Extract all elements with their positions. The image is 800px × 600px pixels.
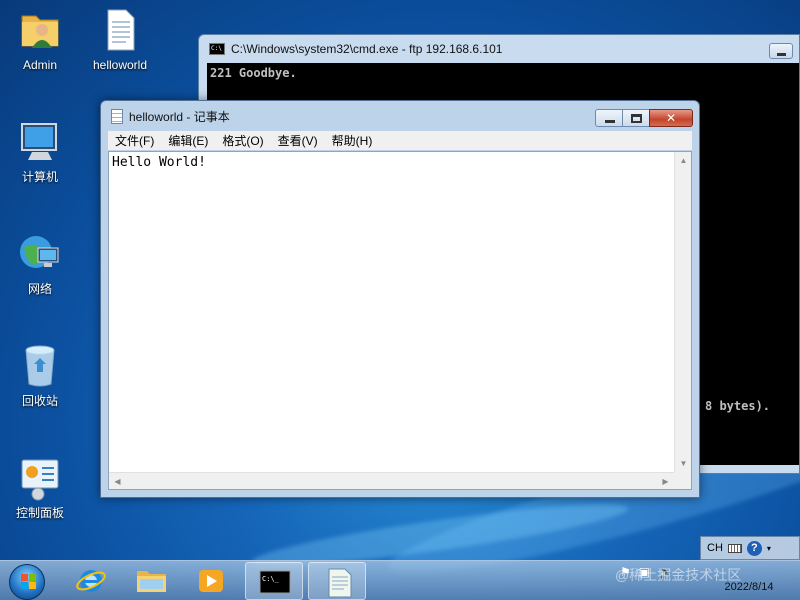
desktop-icon-label: Admin: [22, 58, 57, 72]
text-editor[interactable]: Hello World! ▲ ▼ ◀ ▶: [108, 151, 692, 490]
taskbar-media-player[interactable]: [182, 562, 240, 600]
minimize-button[interactable]: [595, 109, 623, 127]
desktop-icon-computer[interactable]: 计算机: [0, 118, 80, 184]
clock-date: 2022/8/14: [724, 581, 774, 593]
window-controls: ✕: [595, 109, 693, 127]
close-icon: ✕: [665, 111, 677, 125]
editor-content[interactable]: Hello World!: [112, 155, 206, 170]
control-panel-icon: [16, 454, 64, 502]
desktop-icon-label: helloworld: [92, 58, 148, 72]
menu-format[interactable]: 格式(O): [215, 132, 270, 149]
language-bar[interactable]: CH ? ▾: [700, 536, 800, 560]
recycle-bin-icon: [16, 342, 64, 390]
cmd-icon: C:\_: [259, 570, 291, 594]
flag-icon[interactable]: ⚑: [620, 565, 631, 579]
notepad-icon: [111, 108, 123, 124]
svg-text:C:\_: C:\_: [262, 575, 280, 583]
ie-icon: [76, 570, 106, 592]
desktop-icon-admin[interactable]: Admin: [0, 6, 80, 72]
desktop-icon-network[interactable]: 网络: [0, 230, 80, 296]
menu-file[interactable]: 文件(F): [108, 132, 161, 149]
clock[interactable]: 2022/8/14: [704, 565, 794, 595]
taskbar: C:\_ ⚑ ▣ 🔈 @稀土掘金技术社区 2022/8/14: [0, 560, 800, 600]
maximize-button[interactable]: [622, 109, 650, 127]
help-icon[interactable]: ?: [746, 540, 762, 556]
desktop-icon-label: 回收站: [21, 394, 58, 408]
desktop-icon-control-panel[interactable]: 控制面板: [0, 454, 80, 520]
network-icon: [16, 230, 64, 278]
system-tray: ⚑ ▣ 🔈: [620, 565, 673, 579]
notepad-window[interactable]: helloworld - 记事本 ✕ 文件(F) 编辑(E) 格式(O) 查看(…: [100, 100, 700, 498]
taskbar-ie[interactable]: [62, 562, 120, 600]
user-folder-icon: [16, 6, 64, 54]
menu-help[interactable]: 帮助(H): [325, 132, 380, 149]
volume-icon[interactable]: 🔈: [658, 565, 673, 579]
start-button[interactable]: [4, 562, 50, 600]
scroll-down-icon[interactable]: ▼: [675, 455, 692, 472]
menu-bar: 文件(F) 编辑(E) 格式(O) 查看(V) 帮助(H): [108, 131, 692, 150]
options-icon[interactable]: ▾: [767, 544, 771, 553]
start-orb-icon: [9, 564, 45, 600]
notepad-icon: [328, 568, 352, 598]
menu-view[interactable]: 查看(V): [271, 132, 325, 149]
desktop-icon-label: 网络: [27, 282, 52, 296]
console-line: 221 Goodbye.: [210, 66, 297, 80]
cmd-titlebar[interactable]: C:\ C:\Windows\system32\cmd.exe - ftp 19…: [199, 35, 799, 63]
minimize-button[interactable]: [769, 43, 793, 59]
notepad-title: helloworld - 记事本: [129, 109, 230, 124]
scrollbar-corner: [674, 472, 691, 489]
scroll-right-icon[interactable]: ▶: [657, 473, 674, 490]
taskbar-notepad[interactable]: [308, 562, 366, 600]
scroll-left-icon[interactable]: ◀: [109, 473, 126, 490]
horizontal-scrollbar[interactable]: ◀ ▶: [109, 472, 674, 489]
explorer-icon: [137, 571, 166, 592]
minimize-icon: [605, 120, 615, 123]
taskbar-cmd[interactable]: C:\_: [245, 562, 303, 600]
scroll-up-icon[interactable]: ▲: [675, 152, 692, 169]
maximize-icon: [631, 114, 642, 123]
windows-logo-icon: [21, 574, 37, 590]
desktop-icon-helloworld[interactable]: helloworld: [80, 6, 160, 72]
network-icon[interactable]: ▣: [639, 565, 650, 579]
desktop-icon-label: 控制面板: [15, 506, 64, 520]
cmd-icon: C:\: [209, 43, 225, 55]
keyboard-icon[interactable]: [727, 543, 742, 553]
text-file-icon: [96, 6, 144, 54]
media-player-icon: [199, 570, 223, 592]
language-indicator[interactable]: CH: [707, 542, 723, 554]
desktop-icon-recycle-bin[interactable]: 回收站: [0, 342, 80, 408]
desktop-icon-label: 计算机: [21, 170, 58, 184]
close-button[interactable]: ✕: [649, 109, 693, 127]
vertical-scrollbar[interactable]: ▲ ▼: [674, 152, 691, 472]
cmd-title: C:\Windows\system32\cmd.exe - ftp 192.16…: [231, 42, 503, 56]
console-line: 8 bytes).: [705, 399, 771, 413]
computer-icon: [16, 118, 64, 166]
taskbar-explorer[interactable]: [122, 562, 180, 600]
menu-edit[interactable]: 编辑(E): [161, 132, 215, 149]
